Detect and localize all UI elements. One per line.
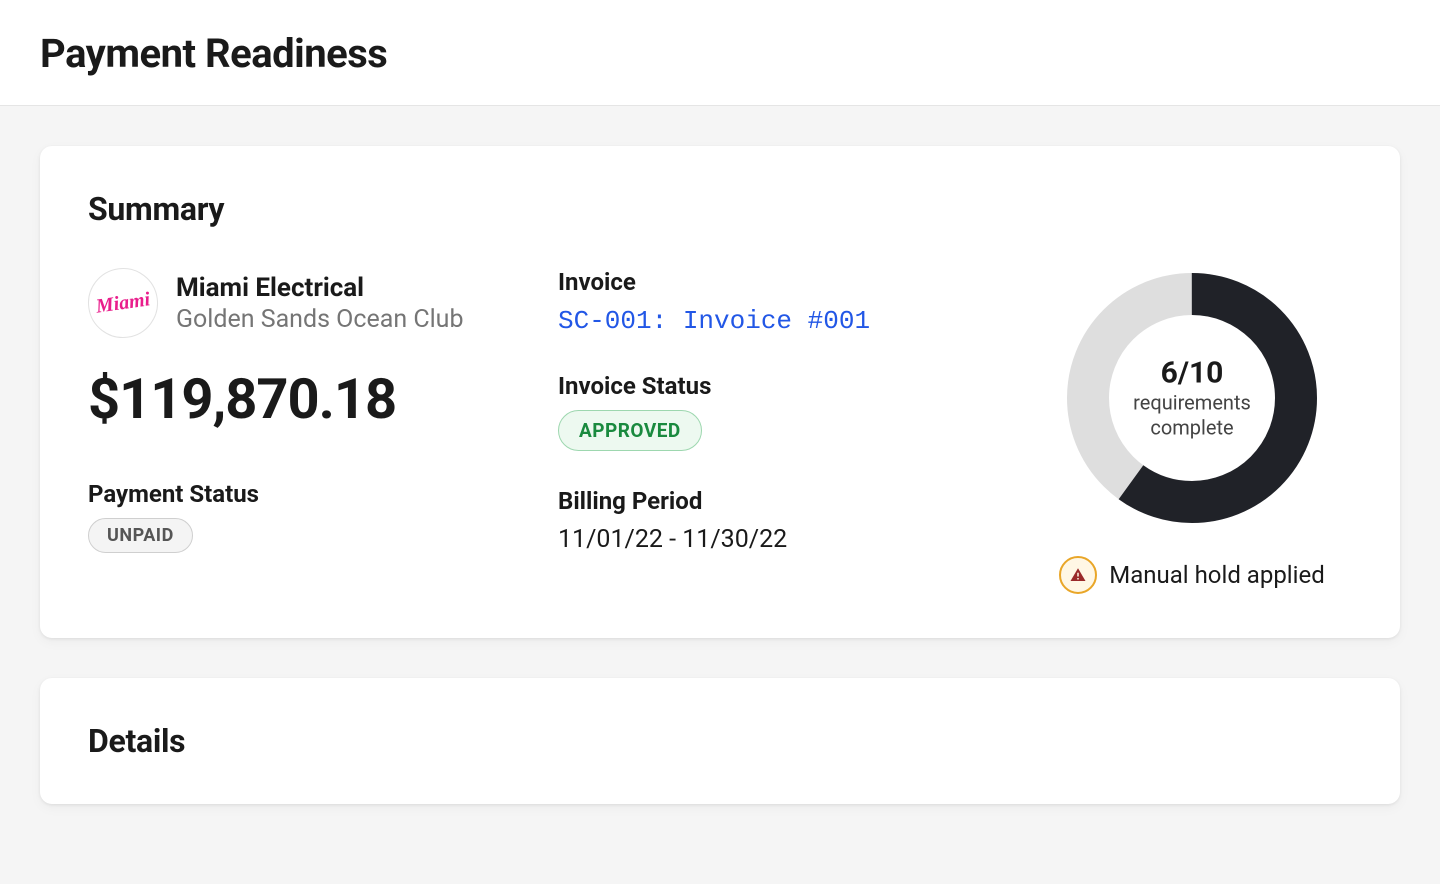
hold-row: Manual hold applied — [1059, 556, 1325, 594]
details-card: Details — [40, 678, 1400, 804]
vendor-name: Miami Electrical — [176, 273, 464, 303]
invoice-status-badge: APPROVED — [558, 410, 702, 451]
summary-card: Summary Miami Miami Electrical Golden Sa… — [40, 146, 1400, 638]
page-content: Summary Miami Miami Electrical Golden Sa… — [0, 106, 1440, 884]
summary-heading: Summary — [88, 190, 1352, 228]
donut-center: 6/10 requirements complete — [1133, 356, 1251, 441]
invoice-status-block: Invoice Status APPROVED — [558, 372, 992, 451]
page-header: Payment Readiness — [0, 0, 1440, 106]
summary-grid: Miami Miami Electrical Golden Sands Ocea… — [88, 268, 1352, 594]
hold-text: Manual hold applied — [1109, 561, 1325, 589]
summary-mid-column: Invoice SC-001: Invoice #001 Invoice Sta… — [558, 268, 992, 554]
vendor-project: Golden Sands Ocean Club — [176, 305, 464, 334]
details-heading: Details — [88, 722, 1352, 760]
warning-icon — [1059, 556, 1097, 594]
vendor-text: Miami Electrical Golden Sands Ocean Club — [176, 273, 464, 334]
invoice-amount: $119,870.18 — [88, 366, 518, 432]
billing-period-block: Billing Period 11/01/22 - 11/30/22 — [558, 487, 992, 554]
payment-status-label: Payment Status — [88, 480, 518, 508]
page-title: Payment Readiness — [40, 30, 1400, 77]
billing-period-label: Billing Period — [558, 487, 992, 515]
invoice-label: Invoice — [558, 268, 992, 296]
vendor-row: Miami Miami Electrical Golden Sands Ocea… — [88, 268, 518, 338]
requirements-count: 6/10 — [1133, 356, 1251, 391]
requirements-donut: 6/10 requirements complete — [1062, 268, 1322, 528]
requirements-label-1: requirements — [1133, 391, 1251, 416]
payment-status-block: Payment Status UNPAID — [88, 480, 518, 553]
billing-period-value: 11/01/22 - 11/30/22 — [558, 525, 992, 554]
invoice-block: Invoice SC-001: Invoice #001 — [558, 268, 992, 336]
warning-triangle-icon — [1069, 566, 1087, 584]
invoice-status-label: Invoice Status — [558, 372, 992, 400]
vendor-logo: Miami — [83, 263, 162, 342]
invoice-link[interactable]: SC-001: Invoice #001 — [558, 306, 870, 336]
requirements-label-2: complete — [1133, 416, 1251, 441]
payment-status-badge: UNPAID — [88, 518, 193, 553]
summary-left-column: Miami Miami Electrical Golden Sands Ocea… — [88, 268, 518, 589]
summary-right-column: 6/10 requirements complete Manual hold a… — [1032, 268, 1352, 594]
